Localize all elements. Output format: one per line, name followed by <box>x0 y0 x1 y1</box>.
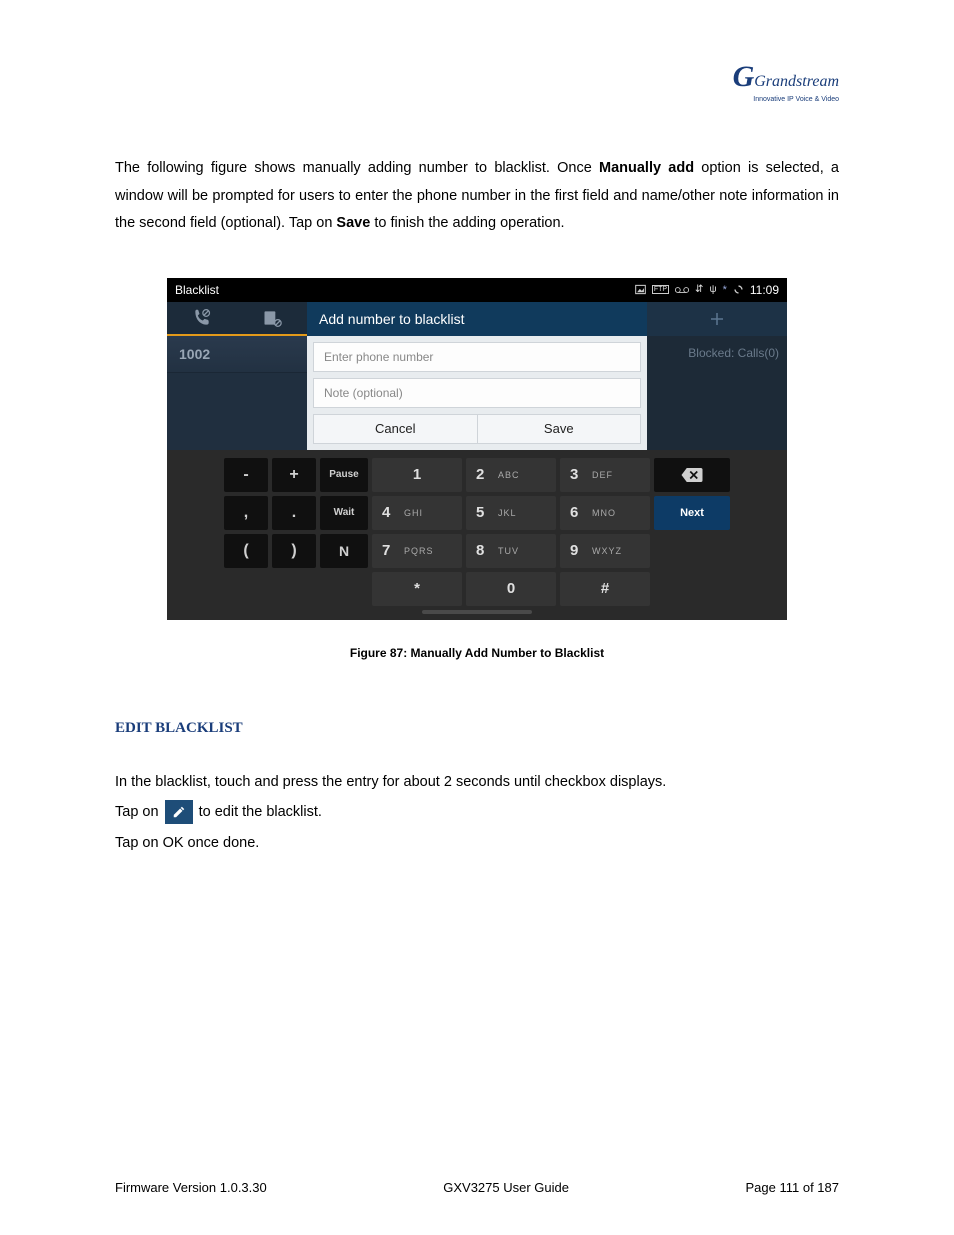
key-0[interactable]: 0 <box>466 572 556 606</box>
key-7[interactable]: 7PQRS <box>372 534 462 568</box>
key-minus[interactable]: - <box>224 458 268 492</box>
plus-icon <box>708 310 726 328</box>
key-3[interactable]: 3DEF <box>560 458 650 492</box>
key-star[interactable]: * <box>372 572 462 606</box>
key-pause[interactable]: Pause <box>320 458 368 492</box>
key-6[interactable]: 6MNO <box>560 496 650 530</box>
key-4[interactable]: 4GHI <box>372 496 462 530</box>
status-bar: Blacklist FTP ⇵ ψ * 11:09 <box>167 278 787 302</box>
figure-screenshot: Blacklist FTP ⇵ ψ * 11:09 Add nu <box>167 278 787 620</box>
ftp-icon: FTP <box>652 285 669 294</box>
key-rparen[interactable]: ) <box>272 534 316 568</box>
footer-page: Page 111 of 187 <box>746 1180 840 1195</box>
sync-icon <box>733 284 744 295</box>
phone-number-input[interactable]: Enter phone number <box>313 342 641 372</box>
image-icon <box>635 284 646 295</box>
key-hash[interactable]: # <box>560 572 650 606</box>
section-heading: EDIT BLACKLIST <box>115 720 839 737</box>
key-1[interactable]: 1 <box>372 458 462 492</box>
usb-icon: ψ <box>709 284 716 295</box>
voicemail-icon <box>675 286 689 294</box>
page-footer: Firmware Version 1.0.3.30 GXV3275 User G… <box>115 1180 839 1195</box>
key-5[interactable]: 5JKL <box>466 496 556 530</box>
key-wait[interactable]: Wait <box>320 496 368 530</box>
key-n[interactable]: N <box>320 534 368 568</box>
key-comma[interactable]: , <box>224 496 268 530</box>
key-dot[interactable]: . <box>272 496 316 530</box>
status-time: 11:09 <box>750 283 779 297</box>
edit-instructions: In the blacklist, touch and press the en… <box>115 767 839 858</box>
edit-icon <box>165 800 193 824</box>
phone-blocked-icon <box>192 308 212 328</box>
blocked-calls-tab[interactable] <box>167 302 237 334</box>
status-icons: FTP ⇵ ψ * <box>635 284 744 296</box>
backspace-icon <box>681 468 703 482</box>
collapse-bar[interactable] <box>422 610 532 614</box>
footer-title: GXV3275 User Guide <box>443 1180 569 1195</box>
note-input[interactable]: Note (optional) <box>313 378 641 408</box>
blocked-count-label: Blocked: Calls(0) <box>647 336 787 450</box>
dialog-title: Add number to blacklist <box>307 302 647 336</box>
cancel-button[interactable]: Cancel <box>313 414 478 444</box>
key-2[interactable]: 2ABC <box>466 458 556 492</box>
save-button[interactable]: Save <box>478 414 642 444</box>
bluetooth-icon: * <box>723 284 727 296</box>
figure-caption: Figure 87: Manually Add Number to Blackl… <box>115 646 839 660</box>
numeric-keyboard: - + Pause 1 2ABC 3DEF , . Wait 4GHI 5JKL… <box>167 450 787 620</box>
key-plus[interactable]: + <box>272 458 316 492</box>
blocked-list-tab[interactable] <box>237 302 307 334</box>
statusbar-title: Blacklist <box>175 283 635 297</box>
key-next[interactable]: Next <box>654 496 730 530</box>
key-8[interactable]: 8TUV <box>466 534 556 568</box>
list-blocked-icon <box>262 308 282 328</box>
key-lparen[interactable]: ( <box>224 534 268 568</box>
key-9[interactable]: 9WXYZ <box>560 534 650 568</box>
footer-firmware: Firmware Version 1.0.3.30 <box>115 1180 267 1195</box>
brand-logo: GGrandstream Innovative IP Voice & Video <box>733 60 839 103</box>
signal-icon: ⇵ <box>695 284 703 295</box>
blacklist-entry[interactable]: 1002 <box>167 336 307 373</box>
key-backspace[interactable] <box>654 458 730 492</box>
add-button[interactable] <box>647 302 787 336</box>
intro-paragraph: The following figure shows manually addi… <box>115 155 839 238</box>
